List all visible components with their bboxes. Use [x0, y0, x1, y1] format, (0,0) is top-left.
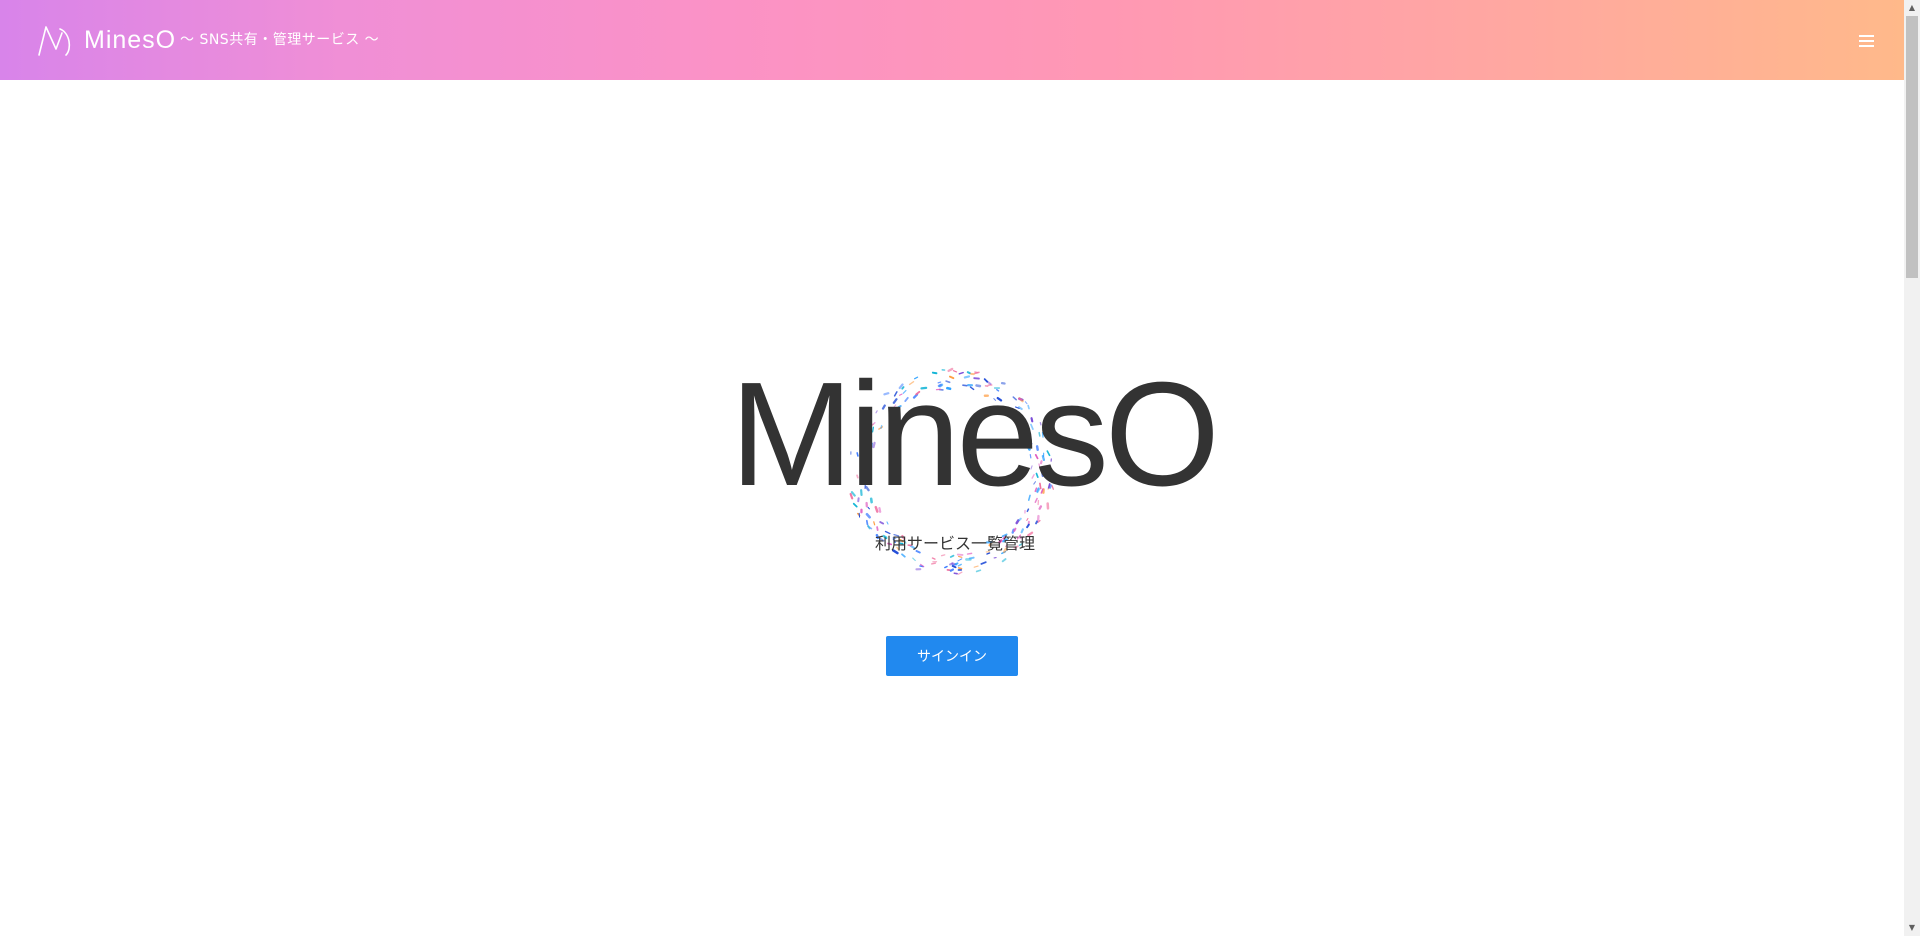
particle	[1026, 517, 1029, 521]
particle	[957, 558, 963, 562]
scrollbar[interactable]: ▲ ▼	[1904, 0, 1920, 936]
hero: MinesO 利用サービス一覧管理	[730, 352, 1220, 590]
scroll-up-icon[interactable]: ▲	[1904, 0, 1920, 16]
particle	[954, 562, 959, 566]
particle	[879, 521, 885, 525]
particle	[951, 562, 957, 566]
particle	[951, 565, 957, 569]
particle	[968, 556, 975, 560]
particle	[973, 565, 979, 568]
particle	[1018, 517, 1022, 522]
scroll-thumb[interactable]	[1906, 16, 1918, 278]
mineso-logo-icon	[38, 26, 71, 56]
hamburger-menu-icon[interactable]	[1856, 30, 1878, 50]
particle	[867, 524, 871, 530]
hero-subtitle: 利用サービス一覧管理	[874, 534, 1035, 553]
hero-title: MinesO	[730, 352, 1220, 517]
particle	[949, 554, 955, 558]
particle	[949, 568, 955, 572]
particle	[1035, 520, 1038, 525]
particle	[957, 563, 962, 567]
particle	[980, 561, 987, 565]
tagline: ～ SNS共有・管理サービス ～	[180, 32, 380, 48]
particle	[1015, 519, 1020, 525]
particle	[901, 553, 906, 558]
particle	[886, 521, 889, 525]
particle	[873, 521, 876, 526]
brand[interactable]: MinesO	[36, 18, 176, 62]
particle	[930, 562, 937, 565]
particle	[975, 569, 982, 573]
scroll-down-icon[interactable]: ▼	[1904, 920, 1920, 936]
particle	[1026, 523, 1030, 529]
particle	[931, 557, 936, 560]
signin-button[interactable]: サインイン	[886, 636, 1018, 676]
particle	[940, 554, 946, 557]
particle	[1001, 558, 1007, 563]
brand-name: MinesO	[84, 25, 177, 54]
particle	[944, 565, 948, 569]
particle	[958, 555, 963, 558]
particle	[912, 557, 916, 562]
particle	[957, 567, 963, 570]
app-header: MinesO ～ SNS共有・管理サービス ～	[0, 0, 1904, 80]
particle	[865, 519, 869, 526]
particle	[957, 571, 963, 575]
